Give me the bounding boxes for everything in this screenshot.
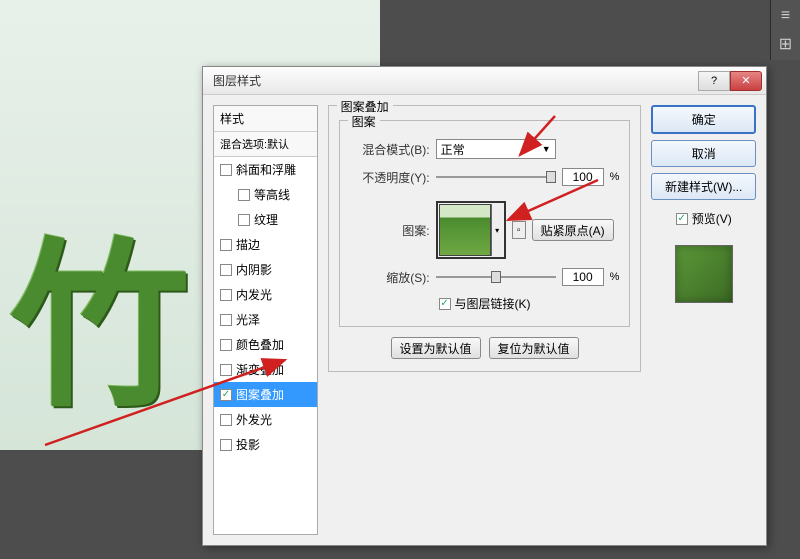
style-item-innerglow[interactable]: 内发光 (214, 282, 317, 307)
blend-mode-label: 混合模式(B): (350, 141, 430, 158)
preview-swatch (675, 245, 733, 303)
new-pattern-button[interactable]: ▫ (512, 221, 526, 239)
defaults-row: 设置为默认值 复位为默认值 (339, 337, 631, 359)
bamboo-character: 竹 (10, 180, 180, 441)
style-checkbox[interactable] (220, 314, 232, 326)
style-item-gradientoverlay[interactable]: 渐变叠加 (214, 357, 317, 382)
preview-checkbox[interactable]: ✓ (676, 213, 688, 225)
dialog-body: 样式 混合选项:默认 斜面和浮雕等高线纹理描边内阴影内发光光泽颜色叠加渐变叠加 ✓… (203, 95, 766, 545)
opacity-input[interactable] (562, 168, 604, 186)
style-item-label: 外发光 (236, 411, 272, 428)
pattern-preview-swatch (439, 204, 491, 256)
panel-icon-2[interactable]: ⊞ (774, 32, 798, 56)
style-item-contour[interactable]: 等高线 (214, 182, 317, 207)
style-checkbox[interactable] (238, 189, 250, 201)
title-bar[interactable]: 图层样式 ? ✕ (203, 67, 766, 95)
close-button[interactable]: ✕ (730, 71, 762, 91)
layer-style-dialog: 图层样式 ? ✕ 样式 混合选项:默认 斜面和浮雕等高线纹理描边内阴影内发光光泽… (202, 66, 767, 546)
scale-input[interactable] (562, 268, 604, 286)
preview-toggle[interactable]: ✓ 预览(V) (651, 210, 756, 227)
blend-mode-value: 正常 (441, 141, 465, 158)
styles-header[interactable]: 样式 (214, 106, 317, 132)
style-checkbox[interactable] (220, 239, 232, 251)
panel-icon-1[interactable]: ≡ (774, 4, 798, 28)
style-checkbox[interactable] (220, 414, 232, 426)
style-item-coloroverlay[interactable]: 颜色叠加 (214, 332, 317, 357)
blend-mode-row: 混合模式(B): 正常 ▼ (350, 139, 620, 159)
style-item-label: 光泽 (236, 311, 260, 328)
style-item-label: 纹理 (254, 211, 278, 228)
help-button[interactable]: ? (698, 71, 730, 91)
style-checkbox[interactable] (220, 264, 232, 276)
style-item-bevel[interactable]: 斜面和浮雕 (214, 157, 317, 182)
pattern-label: 图案: (350, 222, 430, 239)
style-item-satin[interactable]: 光泽 (214, 307, 317, 332)
style-item-label: 描边 (236, 236, 260, 253)
pattern-dropdown-arrow[interactable]: ▾ (491, 204, 503, 256)
right-tool-panel: ≡ ⊞ (770, 0, 800, 60)
styles-list: 样式 混合选项:默认 斜面和浮雕等高线纹理描边内阴影内发光光泽颜色叠加渐变叠加 ✓… (213, 105, 318, 535)
new-style-button[interactable]: 新建样式(W)... (651, 173, 756, 200)
reset-default-button[interactable]: 复位为默认值 (489, 337, 579, 359)
percent-label-2: % (610, 271, 620, 283)
link-label: 与图层链接(K) (455, 295, 531, 312)
pattern-row: 图案: ▾ ▫ 贴紧原点(A) (350, 201, 620, 259)
style-checkbox[interactable] (220, 339, 232, 351)
style-item-label: 渐变叠加 (236, 361, 284, 378)
ok-button[interactable]: 确定 (651, 105, 756, 134)
scale-slider[interactable] (436, 267, 556, 287)
pattern-inner-group: 图案 混合模式(B): 正常 ▼ 不透明度(Y): (339, 120, 631, 327)
chevron-down-icon: ▼ (542, 144, 551, 154)
link-with-layer[interactable]: ✓ 与图层链接(K) (350, 295, 620, 312)
style-checkbox[interactable] (220, 364, 232, 376)
dialog-title: 图层样式 (213, 72, 698, 89)
style-item-label: 内发光 (236, 286, 272, 303)
blend-mode-dropdown[interactable]: 正常 ▼ (436, 139, 556, 159)
opacity-label: 不透明度(Y): (350, 169, 430, 186)
pattern-picker[interactable]: ▾ (436, 201, 506, 259)
inner-group-title: 图案 (348, 113, 380, 130)
style-checkbox[interactable] (220, 164, 232, 176)
style-item-patternoverlay[interactable]: ✓ 图案叠加 (214, 382, 317, 407)
style-item-label: 图案叠加 (236, 386, 284, 403)
style-item-label: 颜色叠加 (236, 336, 284, 353)
cancel-button[interactable]: 取消 (651, 140, 756, 167)
settings-panel: 图案叠加 图案 混合模式(B): 正常 ▼ 不透明度(Y): (328, 105, 642, 535)
style-checkbox[interactable]: ✓ (220, 389, 232, 401)
window-controls: ? ✕ (698, 71, 762, 91)
style-item-outerglow[interactable]: 外发光 (214, 407, 317, 432)
style-item-texture[interactable]: 纹理 (214, 207, 317, 232)
right-button-panel: 确定 取消 新建样式(W)... ✓ 预览(V) (651, 105, 756, 535)
style-checkbox[interactable] (238, 214, 250, 226)
percent-label: % (610, 171, 620, 183)
opacity-row: 不透明度(Y): % (350, 167, 620, 187)
style-checkbox[interactable] (220, 289, 232, 301)
blend-options-header[interactable]: 混合选项:默认 (214, 132, 317, 157)
set-default-button[interactable]: 设置为默认值 (391, 337, 481, 359)
snap-origin-button[interactable]: 贴紧原点(A) (532, 219, 614, 241)
style-item-label: 斜面和浮雕 (236, 161, 296, 178)
scale-row: 缩放(S): % (350, 267, 620, 287)
style-item-label: 等高线 (254, 186, 290, 203)
preview-label: 预览(V) (692, 210, 732, 227)
style-item-label: 投影 (236, 436, 260, 453)
style-item-stroke[interactable]: 描边 (214, 232, 317, 257)
style-checkbox[interactable] (220, 439, 232, 451)
pattern-overlay-group: 图案叠加 图案 混合模式(B): 正常 ▼ 不透明度(Y): (328, 105, 642, 372)
scale-label: 缩放(S): (350, 269, 430, 286)
style-item-dropshadow[interactable]: 投影 (214, 432, 317, 457)
opacity-slider[interactable] (436, 167, 556, 187)
style-item-label: 内阴影 (236, 261, 272, 278)
link-checkbox[interactable]: ✓ (439, 298, 451, 310)
style-item-innershadow[interactable]: 内阴影 (214, 257, 317, 282)
